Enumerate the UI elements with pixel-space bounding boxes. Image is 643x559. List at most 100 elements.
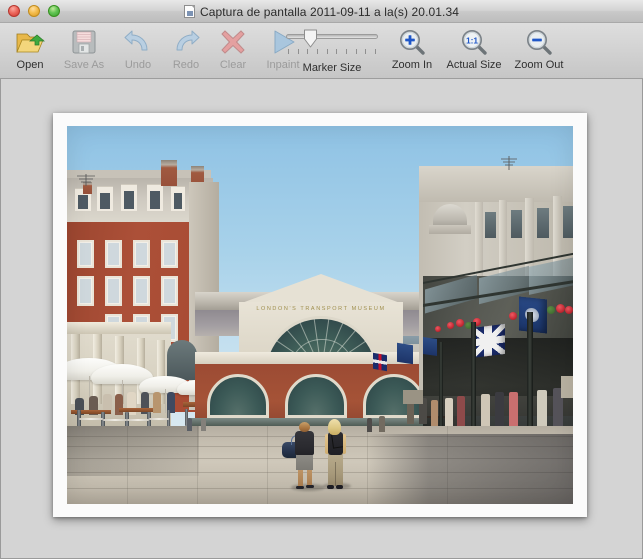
hair — [328, 419, 341, 435]
flower-basket — [435, 326, 441, 332]
shorts — [296, 454, 313, 470]
arcade-pole — [527, 312, 533, 442]
flower-basket — [509, 312, 517, 320]
undo-arrow-icon — [123, 25, 153, 58]
column — [525, 198, 534, 276]
pedestrian — [481, 394, 490, 426]
window — [107, 242, 120, 266]
rope-barrier — [127, 419, 149, 421]
dome-base — [429, 225, 471, 234]
window — [537, 208, 549, 238]
colonnade-cornice — [67, 322, 171, 334]
clear-button[interactable]: Clear — [210, 25, 256, 77]
red-x-icon — [219, 25, 247, 58]
slider-thumb[interactable] — [303, 29, 318, 48]
rope-barrier — [103, 419, 127, 421]
toolbar: Open Save As Undo Redo Clear Inpaint Mar… — [0, 23, 643, 79]
window-title: Captura de pantalla 2011-09-11 a la(s) 2… — [199, 4, 460, 19]
window — [79, 242, 92, 266]
zoom-in-button[interactable]: Zoom In — [384, 25, 440, 77]
dormer — [171, 186, 185, 211]
tv-antenna-icon — [497, 156, 521, 170]
rope-barrier — [149, 418, 169, 420]
column — [499, 200, 507, 276]
man-walking — [295, 431, 314, 455]
zoom-out-label: Zoom Out — [514, 59, 564, 71]
redo-label: Redo — [172, 59, 200, 71]
window — [163, 278, 176, 304]
dormer — [121, 184, 137, 211]
undo-button[interactable]: Undo — [114, 25, 162, 77]
shoe — [306, 485, 314, 488]
window — [485, 212, 496, 238]
window — [163, 242, 176, 266]
svg-text:1:1: 1:1 — [466, 35, 478, 45]
ground-shadow-right — [367, 434, 573, 504]
window — [135, 242, 148, 266]
flower-basket — [447, 322, 454, 329]
window — [563, 206, 573, 238]
slider-track[interactable] — [286, 34, 378, 39]
redo-button[interactable]: Redo — [162, 25, 210, 77]
leg — [298, 469, 303, 487]
museum-sign-text: LONDON'S TRANSPORT MUSEUM — [256, 306, 386, 312]
museum-pediment — [239, 274, 403, 304]
tv-antenna-icon — [73, 172, 99, 186]
slider-icon[interactable] — [283, 25, 381, 58]
window — [135, 278, 148, 304]
pedestrian — [187, 418, 192, 431]
pedestrian — [431, 400, 438, 426]
undo-label: Undo — [124, 59, 152, 71]
save-as-label: Save As — [63, 59, 105, 71]
ground-shadow-left — [67, 426, 199, 476]
parasol-pole — [165, 389, 166, 413]
window — [511, 210, 522, 238]
pedestrian — [367, 418, 372, 432]
market-stall — [561, 376, 573, 398]
zoom-in-label: Zoom In — [391, 59, 433, 71]
window — [107, 278, 120, 304]
arched-doorway — [167, 340, 197, 380]
save-as-button[interactable]: Save As — [54, 25, 114, 77]
actual-size-label: Actual Size — [446, 59, 502, 71]
leg-separation — [335, 462, 336, 486]
blue-flag-small — [423, 337, 437, 356]
pedestrian — [495, 392, 504, 426]
image-mat-frame: LONDON'S TRANSPORT MUSEUM — [53, 113, 587, 517]
title-bar: Captura de pantalla 2011-09-11 a la(s) 2… — [0, 0, 643, 23]
redo-arrow-icon — [171, 25, 201, 58]
photo-image[interactable]: LONDON'S TRANSPORT MUSEUM — [67, 126, 573, 504]
union-jack-flag — [471, 323, 505, 359]
dormer — [147, 184, 163, 211]
actual-size-button[interactable]: 1:1 Actual Size — [440, 25, 508, 77]
magnifier-1to1-icon: 1:1 — [460, 25, 488, 58]
open-folder-icon — [15, 25, 45, 58]
shoe — [336, 485, 343, 489]
image-canvas-area[interactable]: LONDON'S TRANSPORT MUSEUM — [0, 79, 643, 559]
slider-ticks — [288, 49, 376, 54]
flower-basket — [547, 306, 555, 314]
arcade-pole — [471, 322, 476, 438]
flower-basket — [565, 306, 573, 314]
right-building-cornice — [419, 166, 573, 202]
marker-size-control[interactable]: Marker Size — [283, 25, 381, 77]
pedestrian — [201, 419, 206, 431]
open-label: Open — [16, 59, 44, 71]
dormer — [97, 186, 113, 211]
pedestrian — [457, 396, 465, 426]
pedestrian — [445, 398, 453, 426]
app-window: Captura de pantalla 2011-09-11 a la(s) 2… — [0, 0, 643, 559]
seated-person — [153, 392, 161, 413]
head — [299, 422, 310, 432]
marker-size-label: Marker Size — [302, 62, 362, 74]
shoe — [327, 485, 334, 489]
window — [79, 278, 92, 304]
pedestrian — [537, 390, 547, 426]
shoe — [296, 486, 304, 489]
chimney — [161, 160, 177, 186]
zoom-out-button[interactable]: Zoom Out — [508, 25, 570, 77]
union-jack-flag-small — [373, 352, 387, 372]
magnifier-plus-icon — [398, 25, 426, 58]
flower-basket — [556, 304, 565, 313]
open-button[interactable]: Open — [6, 25, 54, 77]
